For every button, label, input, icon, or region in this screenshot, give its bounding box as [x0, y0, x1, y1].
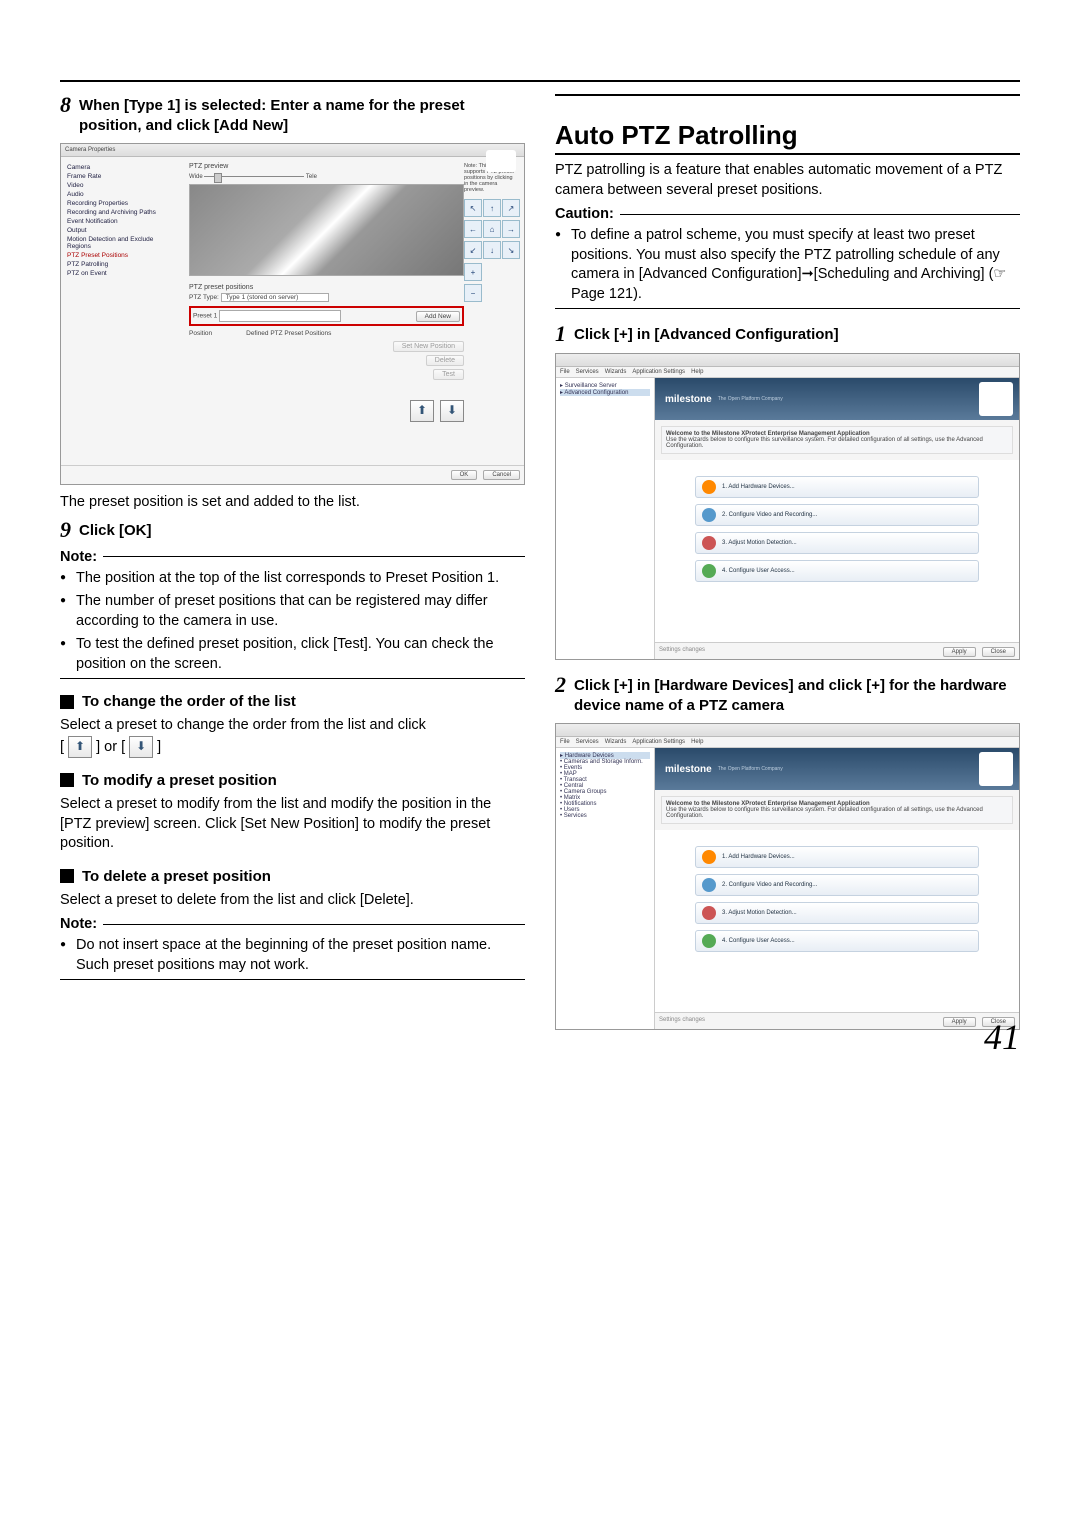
- add-new-button[interactable]: Add New: [416, 311, 460, 322]
- ptz-controls[interactable]: ↖↑↗ ←⌂→ ↙↓↘: [464, 199, 518, 259]
- note-label: Note:: [60, 549, 97, 565]
- delete-preset-text: Select a preset to delete from the list …: [60, 891, 525, 911]
- step-9-text: Click [OK]: [79, 519, 152, 541]
- section-intro: PTZ patrolling is a feature that enables…: [555, 161, 1020, 200]
- step-8-result: The preset position is set and added to …: [60, 493, 525, 513]
- delete-button[interactable]: Delete: [426, 355, 464, 366]
- close-button[interactable]: Close: [982, 647, 1015, 657]
- mgmt-tree-1: ▸ Surveillance Server ▸ Advanced Configu…: [556, 378, 655, 660]
- sub-change-order: To change the order of the list: [60, 693, 525, 710]
- mgmt-tree-2: ▸ Hardware Devices • Cameras and Storage…: [556, 748, 655, 1030]
- page-number: 41: [984, 1016, 1020, 1058]
- down-arrow-icon: ⬇: [129, 736, 153, 758]
- caution-label: Caution:: [555, 206, 614, 222]
- right-step-2-text: Click [+] in [Hardware Devices] and clic…: [574, 674, 1020, 715]
- right-step-2-number: 2: [555, 674, 566, 696]
- wizard-configure-video[interactable]: 2. Configure Video and Recording...: [695, 874, 979, 896]
- mgmt-screenshot-2: File Services Wizards Application Settin…: [555, 723, 1020, 1030]
- test-button[interactable]: Test: [433, 369, 464, 380]
- step-9-notes: The position at the top of the list corr…: [60, 569, 525, 675]
- mgmt-screenshot-1: File Services Wizards Application Settin…: [555, 353, 1020, 660]
- apply-button[interactable]: Apply: [943, 1017, 976, 1027]
- up-arrow-icon: ⬆: [68, 736, 92, 758]
- step-8-number: 8: [60, 94, 71, 116]
- wizard-add-hardware[interactable]: 1. Add Hardware Devices...: [695, 476, 979, 498]
- ptz-preview-label: PTZ preview: [189, 163, 464, 170]
- modify-preset-text: Select a preset to modify from the list …: [60, 795, 525, 854]
- ok-button[interactable]: OK: [451, 470, 478, 480]
- wizard-add-hardware[interactable]: 1. Add Hardware Devices...: [695, 846, 979, 868]
- right-step-1-text: Click [+] in [Advanced Configuration]: [574, 323, 839, 345]
- cancel-button[interactable]: Cancel: [483, 470, 520, 480]
- change-order-text: Select a preset to change the order from…: [60, 716, 525, 758]
- wizard-motion-detection[interactable]: 3. Adjust Motion Detection...: [695, 532, 979, 554]
- move-up-icon[interactable]: ⬆: [410, 400, 434, 422]
- caution-list: To define a patrol scheme, you must spec…: [555, 226, 1020, 304]
- brand-name: milestone: [665, 394, 712, 405]
- brand-logo-icon: [486, 150, 516, 172]
- apply-button[interactable]: Apply: [943, 647, 976, 657]
- sub-delete-preset: To delete a preset position: [60, 868, 525, 885]
- set-new-position-button[interactable]: Set New Position: [393, 341, 464, 352]
- wizard-motion-detection[interactable]: 3. Adjust Motion Detection...: [695, 902, 979, 924]
- delete-notes: Do not insert space at the beginning of …: [60, 936, 525, 975]
- sub-modify-preset: To modify a preset position: [60, 772, 525, 789]
- camera-preview-image: [189, 184, 464, 276]
- preset-input-highlight: Preset 1 Add New: [189, 306, 464, 326]
- step-8-text: When [Type 1] is selected: Enter a name …: [79, 94, 525, 135]
- brand-logo-icon: [979, 382, 1013, 416]
- camera-properties-screenshot: Camera Properties Camera Frame Rate Vide…: [60, 143, 525, 485]
- move-down-icon[interactable]: ⬇: [440, 400, 464, 422]
- cam-sidebar: Camera Frame Rate Video Audio Recording …: [61, 157, 183, 475]
- wizard-user-access[interactable]: 4. Configure User Access...: [695, 560, 979, 582]
- section-heading: Auto PTZ Patrolling: [555, 120, 1020, 155]
- wizard-user-access[interactable]: 4. Configure User Access...: [695, 930, 979, 952]
- brand-logo-icon: [979, 752, 1013, 786]
- preset-name-input[interactable]: [219, 310, 341, 322]
- right-step-1-number: 1: [555, 323, 566, 345]
- cam-title: Camera Properties: [65, 147, 115, 153]
- wizard-configure-video[interactable]: 2. Configure Video and Recording...: [695, 504, 979, 526]
- step-9-number: 9: [60, 519, 71, 541]
- note-label-2: Note:: [60, 916, 97, 932]
